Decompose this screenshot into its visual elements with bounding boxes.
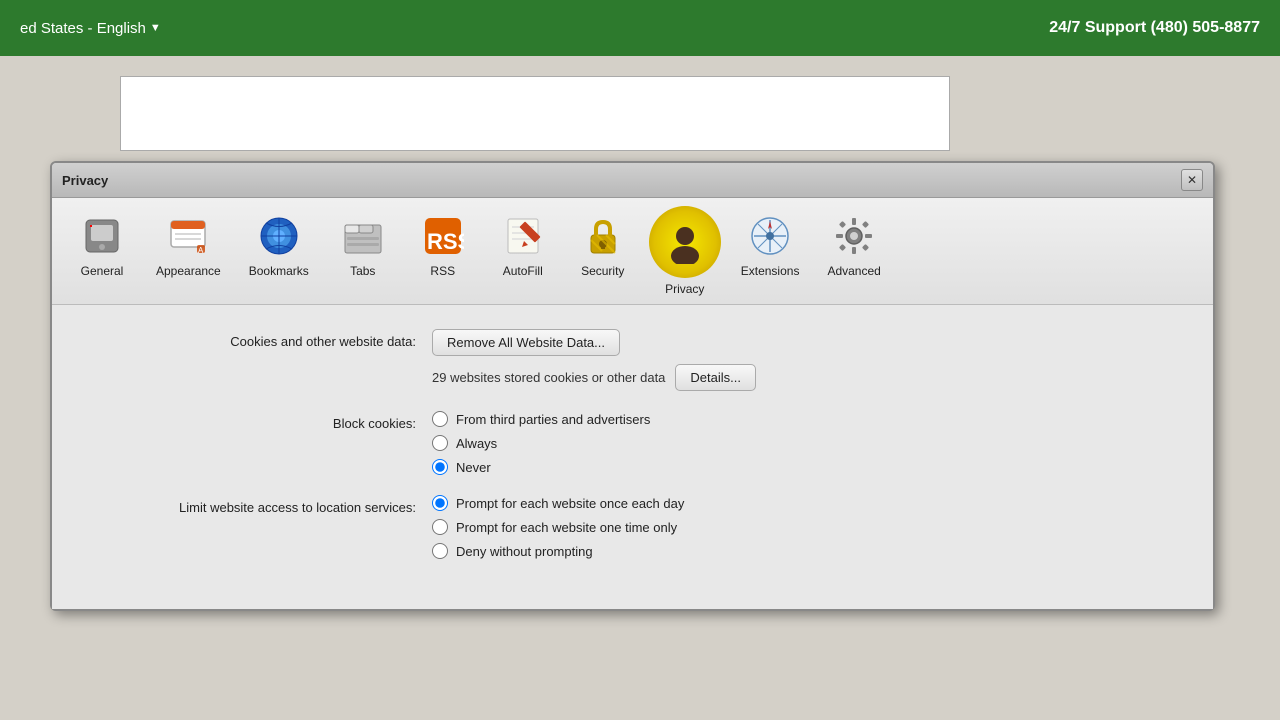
toolbar-item-bookmarks[interactable]: Bookmarks	[235, 206, 323, 284]
privacy-icon-circle	[649, 206, 721, 278]
location-services-label: Limit website access to location service…	[92, 495, 432, 515]
website-data-count: 29 websites stored cookies or other data	[432, 370, 665, 385]
cookies-controls: Remove All Website Data... 29 websites s…	[432, 329, 1173, 391]
block-cookies-label: Block cookies:	[92, 411, 432, 431]
preferences-toolbar: General A Appearance	[52, 198, 1213, 305]
bookmarks-label: Bookmarks	[249, 264, 309, 278]
location-deny[interactable]: Deny without prompting	[432, 543, 1173, 559]
cookies-label: Cookies and other website data:	[92, 329, 432, 349]
block-cookies-third-party-radio[interactable]	[432, 411, 448, 427]
advanced-label: Advanced	[827, 264, 880, 278]
details-button[interactable]: Details...	[675, 364, 756, 391]
cookies-row: Cookies and other website data: Remove A…	[92, 329, 1173, 391]
dialog-titlebar: Privacy ✕	[52, 163, 1213, 198]
privacy-dialog: Privacy ✕ General	[50, 161, 1215, 611]
rss-icon: RSS	[419, 212, 467, 260]
toolbar-item-autofill[interactable]: AutoFill	[483, 206, 563, 284]
autofill-icon	[499, 212, 547, 260]
toolbar-item-appearance[interactable]: A Appearance	[142, 206, 235, 284]
toolbar-item-privacy[interactable]: Privacy	[643, 206, 727, 296]
block-cookies-controls: From third parties and advertisers Alway…	[432, 411, 1173, 475]
background-area: Privacy ✕ General	[0, 56, 1280, 720]
privacy-label: Privacy	[665, 282, 704, 296]
advanced-icon	[830, 212, 878, 260]
autofill-label: AutoFill	[503, 264, 543, 278]
extensions-icon	[746, 212, 794, 260]
block-cookies-always-label: Always	[456, 436, 497, 451]
toolbar-item-tabs[interactable]: Tabs	[323, 206, 403, 284]
dialog-content: Cookies and other website data: Remove A…	[52, 305, 1213, 609]
location-services-controls: Prompt for each website once each day Pr…	[432, 495, 1173, 559]
block-cookies-third-party-label: From third parties and advertisers	[456, 412, 650, 427]
support-number: 24/7 Support (480) 505-8877	[1049, 19, 1260, 37]
toolbar-item-security[interactable]: Security	[563, 206, 643, 284]
appearance-icon: A	[164, 212, 212, 260]
block-cookies-never-radio[interactable]	[432, 459, 448, 475]
chevron-icon: ▼	[150, 22, 161, 34]
location-services-row: Limit website access to location service…	[92, 495, 1173, 559]
browser-content-area	[120, 76, 950, 151]
block-cookies-radio-group: From third parties and advertisers Alway…	[432, 411, 1173, 475]
toolbar-item-extensions[interactable]: Extensions	[727, 206, 814, 284]
tabs-icon	[339, 212, 387, 260]
location-prompt-once-label: Prompt for each website one time only	[456, 520, 677, 535]
toolbar-item-advanced[interactable]: Advanced	[813, 206, 894, 284]
location-prompt-once[interactable]: Prompt for each website one time only	[432, 519, 1173, 535]
extensions-label: Extensions	[741, 264, 800, 278]
region-selector[interactable]: ed States - English ▼	[20, 20, 161, 37]
toolbar-item-general[interactable]: General	[62, 206, 142, 284]
security-icon	[579, 212, 627, 260]
location-prompt-daily-radio[interactable]	[432, 495, 448, 511]
block-cookies-row: Block cookies: From third parties and ad…	[92, 411, 1173, 475]
location-prompt-once-radio[interactable]	[432, 519, 448, 535]
general-icon	[78, 212, 126, 260]
block-cookies-always-radio[interactable]	[432, 435, 448, 451]
svg-text:RSS: RSS	[427, 229, 464, 254]
dialog-title: Privacy	[62, 173, 108, 188]
close-button[interactable]: ✕	[1181, 169, 1203, 191]
toolbar-item-rss[interactable]: RSS RSS	[403, 206, 483, 284]
location-prompt-daily-label: Prompt for each website once each day	[456, 496, 684, 511]
rss-label: RSS	[430, 264, 455, 278]
block-cookies-always[interactable]: Always	[432, 435, 1173, 451]
block-cookies-third-party[interactable]: From third parties and advertisers	[432, 411, 1173, 427]
tabs-label: Tabs	[350, 264, 375, 278]
block-cookies-never-label: Never	[456, 460, 491, 475]
location-deny-label: Deny without prompting	[456, 544, 593, 559]
location-services-radio-group: Prompt for each website once each day Pr…	[432, 495, 1173, 559]
svg-text:A: A	[198, 246, 204, 255]
bookmarks-icon	[255, 212, 303, 260]
block-cookies-never[interactable]: Never	[432, 459, 1173, 475]
remove-website-data-button[interactable]: Remove All Website Data...	[432, 329, 620, 356]
region-text: ed States - English	[20, 20, 146, 37]
website-data-info: 29 websites stored cookies or other data…	[432, 364, 1173, 391]
general-label: General	[81, 264, 124, 278]
security-label: Security	[581, 264, 624, 278]
appearance-label: Appearance	[156, 264, 221, 278]
location-prompt-daily[interactable]: Prompt for each website once each day	[432, 495, 1173, 511]
top-bar: ed States - English ▼ 24/7 Support (480)…	[0, 0, 1280, 56]
location-deny-radio[interactable]	[432, 543, 448, 559]
